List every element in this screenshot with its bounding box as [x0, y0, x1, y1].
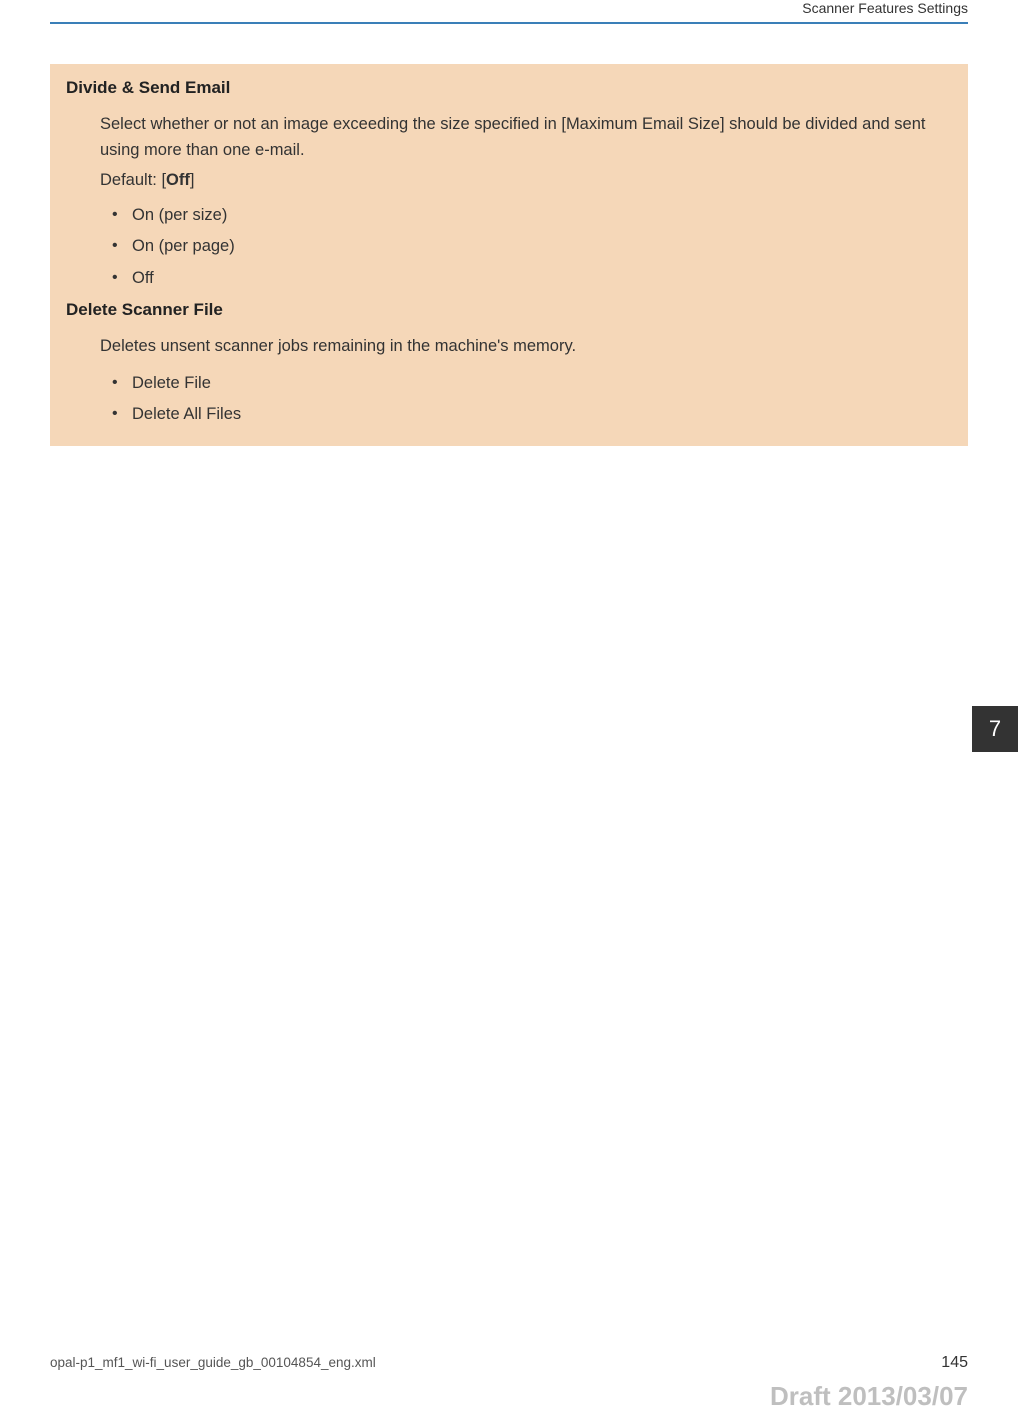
footer-file-path: opal-p1_mf1_wi-fi_user_guide_gb_00104854…: [50, 1355, 376, 1370]
list-item: Delete File: [132, 368, 952, 399]
page-number: 145: [941, 1354, 968, 1372]
delete-scanner-options: Delete File Delete All Files: [100, 368, 952, 431]
divide-send-email-body: Select whether or not an image exceeding…: [66, 112, 952, 294]
chapter-tab: 7: [972, 706, 1018, 752]
divide-send-email-description: Select whether or not an image exceeding…: [100, 112, 952, 163]
draft-watermark: Draft 2013/03/07: [770, 1381, 968, 1412]
page-header: Scanner Features Settings: [50, 0, 968, 22]
default-close: ]: [190, 171, 195, 189]
list-item: On (per page): [132, 231, 952, 262]
settings-container: Divide & Send Email Select whether or no…: [50, 64, 968, 446]
default-line: Default: [Off]: [100, 171, 952, 190]
list-item: On (per size): [132, 200, 952, 231]
divide-send-email-title: Divide & Send Email: [66, 78, 952, 98]
default-label: Default: [: [100, 171, 166, 189]
delete-scanner-file-body: Deletes unsent scanner jobs remaining in…: [66, 334, 952, 430]
list-item: Off: [132, 263, 952, 294]
page-footer: opal-p1_mf1_wi-fi_user_guide_gb_00104854…: [0, 1354, 1018, 1372]
delete-scanner-file-title: Delete Scanner File: [66, 300, 952, 320]
header-divider: [50, 22, 968, 24]
divide-send-options: On (per size) On (per page) Off: [100, 200, 952, 294]
default-value: Off: [166, 171, 190, 189]
list-item: Delete All Files: [132, 399, 952, 430]
delete-scanner-file-description: Deletes unsent scanner jobs remaining in…: [100, 334, 952, 360]
